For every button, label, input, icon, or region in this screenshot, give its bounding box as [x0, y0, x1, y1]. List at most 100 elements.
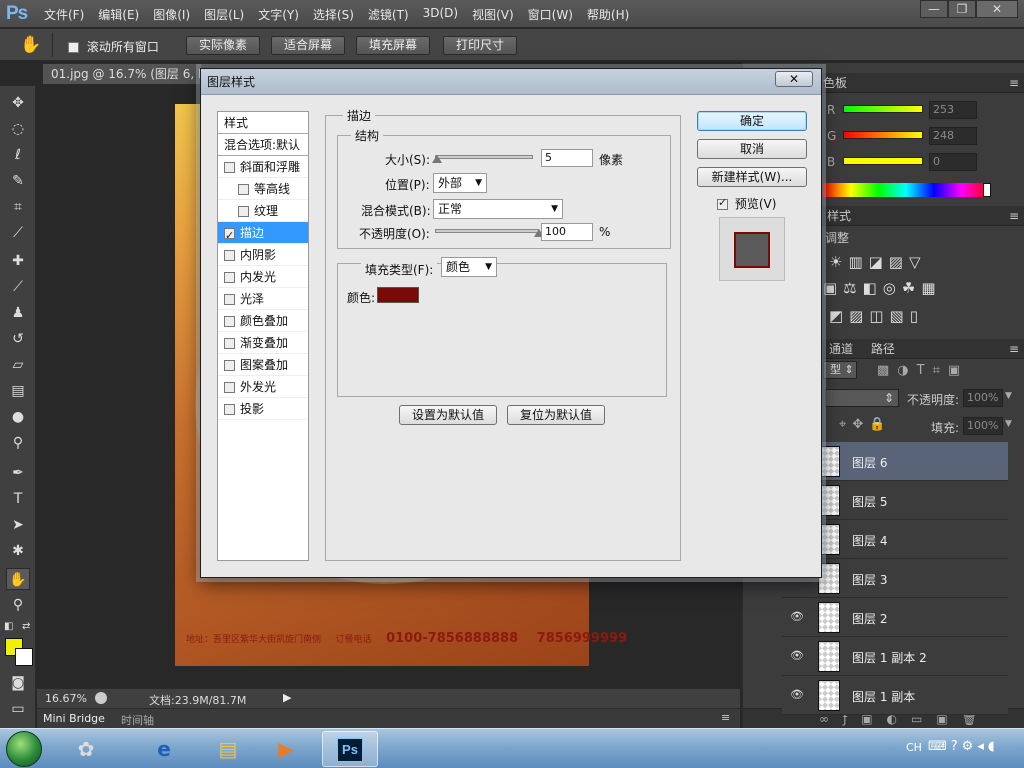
- fill-dropdown-icon[interactable]: ▼: [1005, 419, 1012, 429]
- blend-mode-dialog-select[interactable]: 正常 ▼: [433, 199, 563, 219]
- menu-item[interactable]: 帮助(H): [587, 6, 629, 23]
- opacity-input[interactable]: 100: [541, 223, 593, 241]
- media-center-icon[interactable]: ✿: [62, 733, 110, 765]
- actual-pixels-button[interactable]: 实际像素: [186, 36, 260, 55]
- dodge-tool-icon[interactable]: ⚲: [6, 432, 30, 454]
- status-arrow-icon[interactable]: ▶: [283, 691, 291, 704]
- style-checkbox[interactable]: [224, 294, 235, 305]
- ok-button[interactable]: 确定: [697, 111, 807, 131]
- type-tool-icon[interactable]: T: [6, 488, 30, 510]
- healing-brush-tool-icon[interactable]: ✚: [6, 250, 30, 272]
- style-item[interactable]: 描边: [218, 222, 308, 244]
- file-explorer-icon[interactable]: ▤: [204, 733, 252, 765]
- style-item[interactable]: 渐变叠加: [218, 332, 308, 354]
- menu-item[interactable]: 选择(S): [313, 6, 354, 23]
- reset-default-button[interactable]: 复位为默认值: [507, 405, 605, 425]
- layer-filter-icons[interactable]: ▩◑T⌗▣: [877, 363, 968, 378]
- menu-item[interactable]: 滤镜(T): [368, 6, 409, 23]
- menu-item[interactable]: 图像(I): [153, 6, 190, 23]
- quick-mask-icon[interactable]: ◙: [6, 672, 30, 694]
- tab-paths[interactable]: 路径: [871, 342, 895, 356]
- style-item[interactable]: 内阴影: [218, 244, 308, 266]
- stroke-color-swatch[interactable]: [377, 287, 419, 303]
- fill-screen-button[interactable]: 填充屏幕: [356, 36, 430, 55]
- layer-visibility-icon[interactable]: 👁: [790, 649, 804, 662]
- background-color-swatch[interactable]: [15, 648, 33, 666]
- style-item[interactable]: 外发光: [218, 376, 308, 398]
- crop-tool-icon[interactable]: ⌗: [6, 196, 30, 218]
- channel-b-slider[interactable]: [843, 157, 923, 165]
- menu-item[interactable]: 文字(Y): [258, 6, 299, 23]
- custom-shape-tool-icon[interactable]: ✱: [6, 540, 30, 562]
- hand-tool-icon[interactable]: ✋: [20, 35, 41, 55]
- color-panel-menu-icon[interactable]: ≡: [1009, 73, 1019, 93]
- styles-header[interactable]: 样式: [218, 112, 308, 134]
- channel-r-slider[interactable]: [843, 105, 923, 113]
- scroll-all-windows-option[interactable]: 滚动所有窗口: [68, 38, 159, 55]
- color-spectrum[interactable]: [823, 183, 989, 197]
- lock-icons[interactable]: ⌖✥🔒: [839, 417, 891, 432]
- layer-row[interactable]: 👁 图层 1 副本: [782, 676, 1008, 715]
- style-checkbox[interactable]: [224, 250, 235, 261]
- menu-item[interactable]: 窗口(W): [528, 6, 573, 23]
- style-checkbox[interactable]: [224, 338, 235, 349]
- restore-button[interactable]: ❐: [948, 0, 976, 18]
- gradient-tool-icon[interactable]: ▤: [6, 380, 30, 402]
- tray-icons[interactable]: ⌨?⚙◂◖: [928, 739, 999, 754]
- lasso-tool-icon[interactable]: ℓ: [6, 144, 30, 166]
- zoom-tool-icon[interactable]: ⚲: [6, 594, 30, 616]
- style-checkbox[interactable]: [224, 360, 235, 371]
- status-menu-icon[interactable]: [95, 692, 107, 704]
- style-checkbox[interactable]: [238, 206, 249, 217]
- layers-panel-menu-icon[interactable]: ≡: [1009, 339, 1019, 359]
- history-brush-tool-icon[interactable]: ↺: [6, 328, 30, 350]
- cancel-button[interactable]: 取消: [697, 139, 807, 159]
- start-button[interactable]: [6, 731, 42, 767]
- path-selection-tool-icon[interactable]: ➤: [6, 514, 30, 536]
- eraser-tool-icon[interactable]: ▱: [6, 354, 30, 376]
- style-item[interactable]: 投影: [218, 398, 308, 420]
- layer-row[interactable]: 👁 图层 1 副本 2: [782, 637, 1008, 676]
- pen-tool-icon[interactable]: ✒: [6, 462, 30, 484]
- set-default-button[interactable]: 设置为默认值: [399, 405, 497, 425]
- spectrum-white[interactable]: [983, 183, 991, 197]
- menu-item[interactable]: 图层(L): [204, 6, 244, 23]
- style-checkbox[interactable]: [224, 225, 235, 243]
- opacity-slider[interactable]: [435, 229, 539, 233]
- size-slider[interactable]: [435, 155, 533, 159]
- channel-g-value[interactable]: 248: [929, 127, 977, 145]
- move-tool-icon[interactable]: ✥: [6, 92, 30, 114]
- minimize-button[interactable]: —: [920, 0, 948, 18]
- style-checkbox[interactable]: [238, 184, 249, 195]
- style-item[interactable]: 斜面和浮雕: [218, 156, 308, 178]
- adjustment-icons-row-2[interactable]: ▣⚖◧◎☘▦: [823, 279, 942, 297]
- style-item[interactable]: 光泽: [218, 288, 308, 310]
- tab-channels[interactable]: 通道: [829, 342, 853, 356]
- size-input[interactable]: 5: [541, 149, 593, 167]
- style-item[interactable]: 内发光: [218, 266, 308, 288]
- tab-timeline[interactable]: 时间轴: [121, 712, 154, 728]
- style-checkbox[interactable]: [224, 382, 235, 393]
- menu-item[interactable]: 编辑(E): [98, 6, 139, 23]
- blending-options-item[interactable]: 混合选项:默认: [218, 134, 308, 156]
- tab-swatches[interactable]: 色板: [823, 76, 847, 90]
- style-checkbox[interactable]: [224, 404, 235, 415]
- language-indicator[interactable]: CH: [906, 741, 922, 754]
- position-select[interactable]: 外部 ▼: [433, 173, 487, 193]
- quick-select-tool-icon[interactable]: ✎: [6, 170, 30, 192]
- default-colors-icon[interactable]: ◧: [4, 621, 13, 632]
- style-item[interactable]: 等高线: [218, 178, 308, 200]
- zoom-level[interactable]: 16.67%: [45, 692, 87, 705]
- new-style-button[interactable]: 新建样式(W)...: [697, 167, 807, 187]
- style-checkbox[interactable]: [224, 272, 235, 283]
- clone-stamp-tool-icon[interactable]: ♟: [6, 302, 30, 324]
- style-item[interactable]: 颜色叠加: [218, 310, 308, 332]
- kind-filter-select[interactable]: 型 ⇕: [823, 361, 857, 379]
- panel-menu-icon[interactable]: ≡: [721, 711, 730, 724]
- preview-checkbox[interactable]: [717, 196, 728, 210]
- tab-styles[interactable]: 样式: [827, 209, 851, 223]
- menu-item[interactable]: 视图(V): [472, 6, 514, 23]
- preview-option[interactable]: 预览(V): [717, 195, 776, 212]
- style-checkbox[interactable]: [224, 316, 235, 327]
- adjust-panel-menu-icon[interactable]: ≡: [1009, 206, 1019, 226]
